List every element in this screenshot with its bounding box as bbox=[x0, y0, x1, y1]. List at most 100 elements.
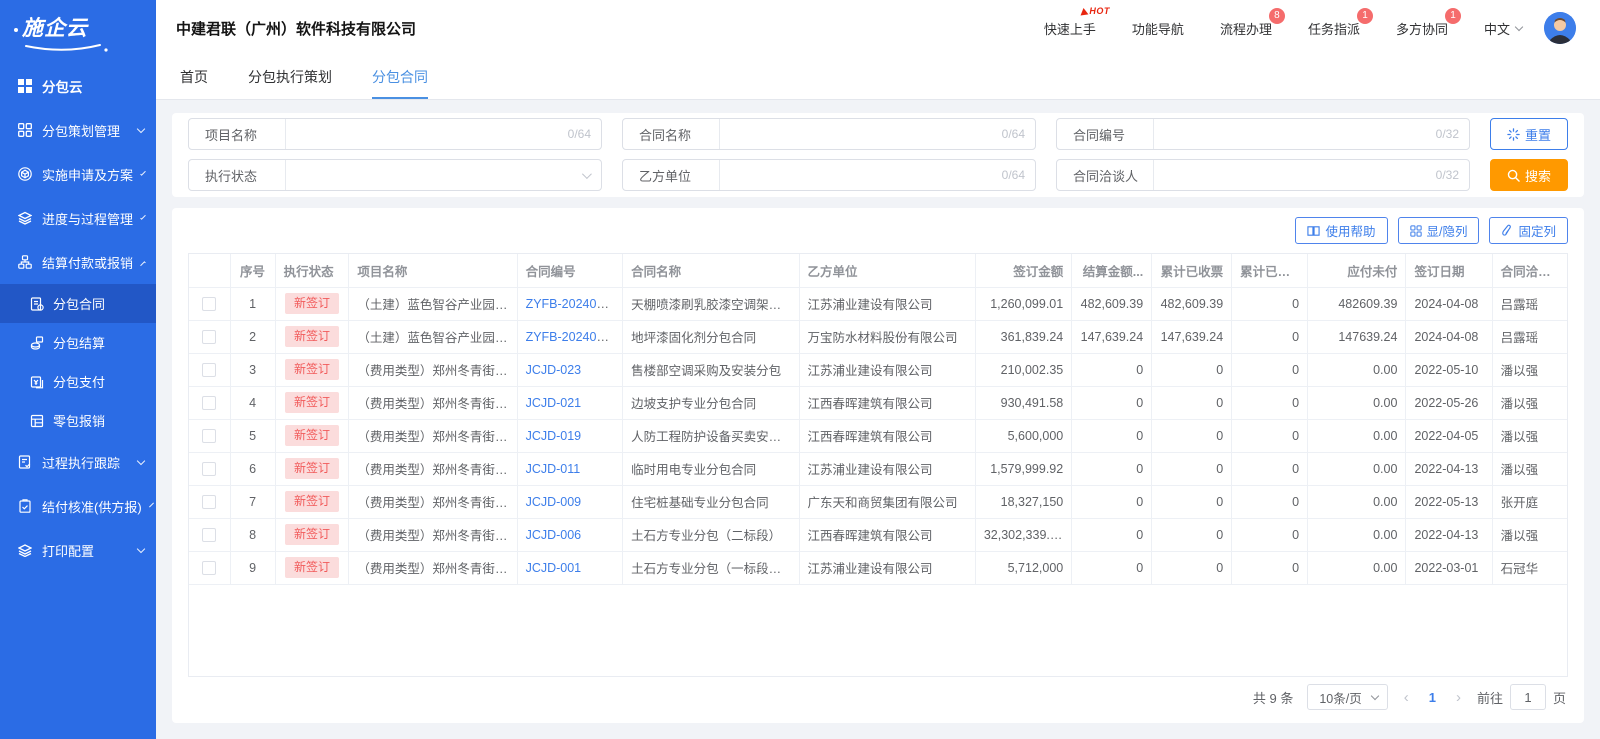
contract-no-link[interactable]: JCJD-023 bbox=[526, 363, 582, 377]
table-row[interactable]: 2 新签订 （土建）蓝色智谷产业园项目... ZYFB-20240409... … bbox=[189, 320, 1567, 353]
table-row[interactable]: 3 新签订 （费用类型）郑州冬青街中学... JCJD-023 售楼部空调采购及… bbox=[189, 353, 1567, 386]
show-hide-columns-button[interactable]: 显/隐列 bbox=[1398, 217, 1480, 244]
row-checkbox[interactable] bbox=[202, 363, 216, 377]
tab-home[interactable]: 首页 bbox=[180, 56, 208, 99]
sidebar-item-label: 结付核准(供方报) bbox=[42, 497, 142, 516]
table-header-row: 序号 执行状态 项目名称 合同编号 合同名称 乙方单位 签订金额 结算金额...… bbox=[189, 254, 1567, 287]
contract-no-link[interactable]: JCJD-006 bbox=[526, 528, 582, 542]
cell-party-b: 江苏浦业建设有限公司 bbox=[799, 551, 975, 584]
row-checkbox[interactable] bbox=[202, 561, 216, 575]
language-switcher[interactable]: 中文 bbox=[1484, 19, 1522, 38]
sidebar-item-implementation[interactable]: 实施申请及方案 bbox=[0, 152, 156, 196]
columns-label: 显/隐列 bbox=[1427, 221, 1468, 240]
contract-no-link[interactable]: JCJD-019 bbox=[526, 429, 582, 443]
col-contract-name: 合同名称 bbox=[623, 254, 799, 287]
chevron-down-icon bbox=[1515, 22, 1523, 30]
char-counter: 0/64 bbox=[1002, 127, 1035, 141]
columns-grid-icon bbox=[1410, 225, 1422, 237]
nav-multi-collab[interactable]: 多方协同 1 bbox=[1396, 19, 1448, 38]
sidebar-item-subcontract-cloud[interactable]: 分包云 bbox=[0, 64, 156, 108]
contract-no-link[interactable]: JCJD-021 bbox=[526, 396, 582, 410]
search-button[interactable]: 搜索 bbox=[1490, 159, 1568, 191]
contract-no-input[interactable] bbox=[1154, 119, 1436, 149]
row-checkbox[interactable] bbox=[202, 297, 216, 311]
nav-process-handling[interactable]: 流程办理 8 bbox=[1220, 19, 1272, 38]
current-page[interactable]: 1 bbox=[1425, 690, 1440, 705]
sidebar-subitem-subcontract-payment[interactable]: 分包支付 bbox=[0, 362, 156, 401]
table-row[interactable]: 9 新签订 （费用类型）郑州冬青街中学... JCJD-001 土石方专业分包（… bbox=[189, 551, 1567, 584]
cell-settle-amount: 0 bbox=[1072, 386, 1152, 419]
sidebar-item-process-tracking[interactable]: 过程执行跟踪 bbox=[0, 440, 156, 484]
row-checkbox[interactable] bbox=[202, 462, 216, 476]
contract-no-link[interactable]: JCJD-011 bbox=[526, 462, 581, 476]
user-avatar[interactable] bbox=[1544, 12, 1576, 44]
col-seq: 序号 bbox=[230, 254, 275, 287]
nav-function-guide[interactable]: 功能导航 bbox=[1132, 19, 1184, 38]
tab-subcontract-exec-planning[interactable]: 分包执行策划 bbox=[248, 56, 332, 99]
row-checkbox[interactable] bbox=[202, 528, 216, 542]
cell-paid: 0 bbox=[1232, 320, 1308, 353]
char-counter: 0/32 bbox=[1436, 127, 1469, 141]
sidebar-subitem-petty-reimburse[interactable]: 零包报销 bbox=[0, 401, 156, 440]
language-label: 中文 bbox=[1484, 19, 1510, 38]
table-row[interactable]: 4 新签订 （费用类型）郑州冬青街中学... JCJD-021 边坡支护专业分包… bbox=[189, 386, 1567, 419]
row-checkbox[interactable] bbox=[202, 495, 216, 509]
cell-project-name: （土建）蓝色智谷产业园项目... bbox=[349, 320, 517, 353]
col-exec-status: 执行状态 bbox=[275, 254, 349, 287]
cell-settle-amount: 482,609.39 bbox=[1072, 287, 1152, 320]
cell-project-name: （费用类型）郑州冬青街中学... bbox=[349, 518, 517, 551]
cell-negotiator: 张开庭 bbox=[1492, 485, 1567, 518]
filter-exec-status[interactable]: 执行状态 bbox=[188, 159, 602, 191]
party-b-input[interactable] bbox=[720, 160, 1002, 190]
print-layers-icon bbox=[17, 542, 33, 558]
sidebar-subitem-subcontract-settlement[interactable]: 分包结算 bbox=[0, 323, 156, 362]
table-row[interactable]: 6 新签订 （费用类型）郑州冬青街中学... JCJD-011 临时用电专业分包… bbox=[189, 452, 1567, 485]
next-page-button[interactable]: › bbox=[1454, 689, 1463, 706]
sidebar-item-settlement-payment[interactable]: 结算付款或报销 bbox=[0, 240, 156, 284]
table-row[interactable]: 8 新签订 （费用类型）郑州冬青街中学... JCJD-006 土石方专业分包（… bbox=[189, 518, 1567, 551]
cell-signed-amount: 210,002.35 bbox=[975, 353, 1071, 386]
sidebar-item-print-config[interactable]: 打印配置 bbox=[0, 528, 156, 572]
reset-button[interactable]: 重置 bbox=[1490, 118, 1568, 150]
status-badge: 新签订 bbox=[285, 557, 339, 577]
nav-task-assign[interactable]: 任务指派 1 bbox=[1308, 19, 1360, 38]
row-checkbox[interactable] bbox=[202, 396, 216, 410]
reset-label: 重置 bbox=[1525, 125, 1551, 144]
sidebar-subitem-subcontract-contract[interactable]: 分包合同 bbox=[0, 284, 156, 323]
cell-unpaid: 482609.39 bbox=[1308, 287, 1406, 320]
contract-no-link[interactable]: ZYFB-20240409... bbox=[526, 330, 623, 344]
contract-no-link[interactable]: JCJD-001 bbox=[526, 561, 582, 575]
tab-subcontract-contract[interactable]: 分包合同 bbox=[372, 56, 428, 99]
contract-name-input[interactable] bbox=[720, 119, 1002, 149]
cell-seq: 3 bbox=[230, 353, 275, 386]
table-row[interactable]: 5 新签订 （费用类型）郑州冬青街中学... JCJD-019 人防工程防护设备… bbox=[189, 419, 1567, 452]
row-checkbox[interactable] bbox=[202, 330, 216, 344]
goto-page-input[interactable] bbox=[1510, 684, 1546, 710]
prev-page-button[interactable]: ‹ bbox=[1402, 689, 1411, 706]
help-button[interactable]: 使用帮助 bbox=[1295, 217, 1387, 244]
top-header: 中建君联（广州）软件科技有限公司 快速上手 HOT 功能导航 流程办理 8 任务… bbox=[156, 0, 1600, 56]
sidebar-item-planning-mgmt[interactable]: 分包策划管理 bbox=[0, 108, 156, 152]
page-size-select[interactable]: 10条/页 bbox=[1307, 684, 1387, 710]
project-name-input[interactable] bbox=[286, 119, 568, 149]
col-paid: 累计已支付 bbox=[1232, 254, 1308, 287]
row-checkbox[interactable] bbox=[202, 429, 216, 443]
contract-no-link[interactable]: ZYFB-20240409... bbox=[526, 297, 623, 311]
cell-contract-name: 住宅桩基础专业分包合同 bbox=[623, 485, 799, 518]
filter-label: 执行状态 bbox=[189, 166, 285, 185]
contracts-table: 序号 执行状态 项目名称 合同编号 合同名称 乙方单位 签订金额 结算金额...… bbox=[188, 253, 1568, 677]
table-row[interactable]: 7 新签订 （费用类型）郑州冬青街中学... JCJD-009 住宅桩基础专业分… bbox=[189, 485, 1567, 518]
negotiator-input[interactable] bbox=[1154, 160, 1436, 190]
sidebar-item-progress-mgmt[interactable]: 进度与过程管理 bbox=[0, 196, 156, 240]
reset-icon bbox=[1507, 128, 1520, 141]
nav-label: 流程办理 bbox=[1220, 22, 1272, 37]
cell-negotiator: 潘以强 bbox=[1492, 419, 1567, 452]
pin-columns-button[interactable]: 固定列 bbox=[1489, 217, 1568, 244]
cell-settle-amount: 0 bbox=[1072, 485, 1152, 518]
nav-quick-start[interactable]: 快速上手 HOT bbox=[1044, 19, 1096, 38]
contract-no-link[interactable]: JCJD-009 bbox=[526, 495, 582, 509]
sidebar-item-payment-approval[interactable]: 结付核准(供方报) bbox=[0, 484, 156, 528]
logo-dot bbox=[14, 28, 18, 32]
table-row[interactable]: 1 新签订 （土建）蓝色智谷产业园项目... ZYFB-20240409... … bbox=[189, 287, 1567, 320]
cell-signed-amount: 930,491.58 bbox=[975, 386, 1071, 419]
